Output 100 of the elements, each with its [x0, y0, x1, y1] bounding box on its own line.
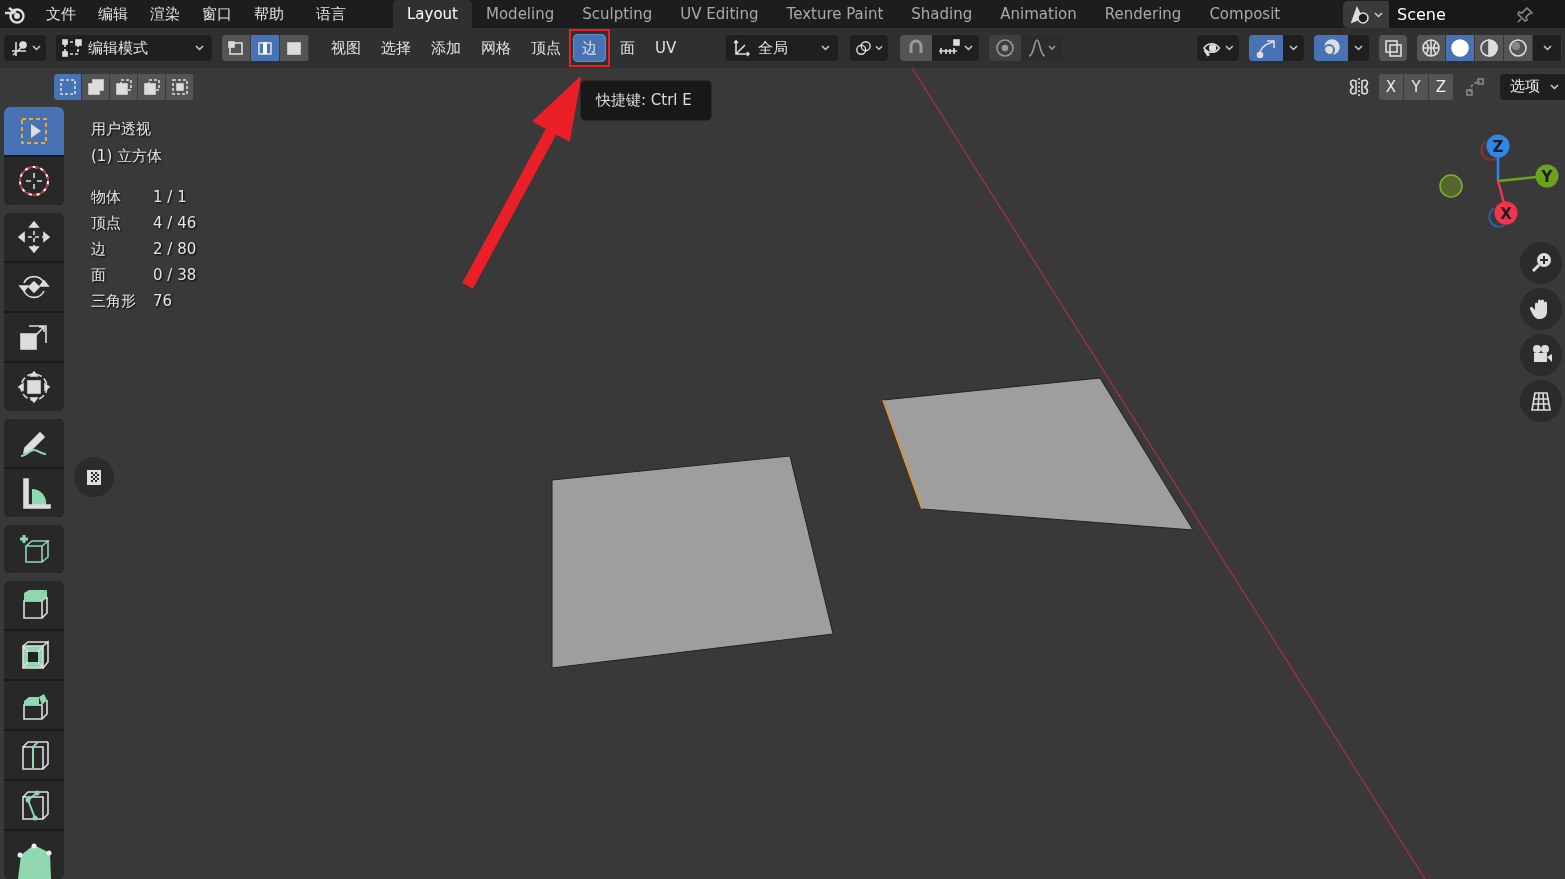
- menu-item[interactable]: 网格: [475, 35, 517, 61]
- negative-axis-ball[interactable]: [1439, 174, 1463, 198]
- snap-dropdown[interactable]: [932, 35, 980, 61]
- wire-globe-icon: [1421, 38, 1441, 58]
- bevel-tool[interactable]: [4, 681, 64, 729]
- vertex-mode-icon: [227, 38, 245, 58]
- mirror-icon[interactable]: [1347, 75, 1371, 98]
- axis-toggle[interactable]: X: [1379, 73, 1404, 100]
- axis-ball[interactable]: [1486, 134, 1510, 158]
- stat-label: 顶点: [91, 213, 122, 234]
- menu-item[interactable]: UV: [649, 35, 683, 61]
- menu-item[interactable]: 语言: [305, 0, 357, 28]
- navigation-gizmo[interactable]: Z Y X: [1420, 118, 1565, 248]
- editor-type-button[interactable]: [4, 35, 46, 61]
- xray-icon: [1384, 39, 1402, 57]
- solid-sphere-icon: [1450, 38, 1470, 58]
- select-box-tool[interactable]: [4, 107, 64, 155]
- gizmo-icon: [1255, 37, 1277, 59]
- menu-item[interactable]: 渲染: [139, 0, 191, 28]
- poly-build-icon: [16, 843, 52, 879]
- object-name: (1) 立方体: [91, 146, 163, 167]
- workspace-tab[interactable]: UV Editing: [666, 0, 773, 28]
- workspace-tab[interactable]: Texture Paint: [772, 0, 898, 28]
- hand-button[interactable]: [1520, 288, 1562, 330]
- toolbar-toggle-button[interactable]: [74, 457, 114, 497]
- menu-item[interactable]: 顶点: [525, 35, 567, 61]
- axis-label: X: [1500, 204, 1512, 223]
- inset-tool[interactable]: [4, 631, 64, 679]
- annotate-tool[interactable]: [4, 419, 64, 467]
- pivot-dropdown[interactable]: [850, 35, 889, 61]
- falloff-dropdown[interactable]: [1021, 35, 1064, 61]
- target-icon: [995, 38, 1016, 58]
- proportional-toggle[interactable]: [989, 35, 1022, 61]
- stat-label: 物体: [91, 187, 122, 208]
- menu-item[interactable]: 边: [573, 34, 606, 62]
- solid-shading-button[interactable]: [1446, 35, 1475, 61]
- orientation-dropdown[interactable]: 全局: [726, 35, 839, 61]
- axis-ball[interactable]: [1535, 164, 1559, 188]
- menu-item[interactable]: 面: [614, 35, 641, 61]
- zoom-button[interactable]: [1520, 242, 1562, 284]
- extend-box-icon: [86, 77, 105, 96]
- camera-button[interactable]: [1520, 334, 1562, 376]
- render-sphere-icon: [1508, 38, 1528, 58]
- workspace-tab[interactable]: Shading: [897, 0, 987, 28]
- stat-label: 三角形: [91, 291, 137, 312]
- menu-item[interactable]: 添加: [425, 35, 467, 61]
- intersect-box-icon: [170, 77, 189, 96]
- extrude-tool[interactable]: [4, 581, 64, 629]
- mode-dropdown[interactable]: 编辑模式: [56, 35, 212, 61]
- caret-icon: [1289, 45, 1298, 51]
- options-dropdown[interactable]: 选项: [1500, 73, 1565, 100]
- menu-item[interactable]: 窗口: [191, 0, 243, 28]
- mode-label: 编辑模式: [88, 38, 148, 58]
- measure-tool[interactable]: [4, 469, 64, 517]
- scale-tool[interactable]: [4, 313, 64, 361]
- workspace-tab[interactable]: Layout: [393, 0, 472, 28]
- pin-icon[interactable]: [1515, 5, 1534, 24]
- menu-item[interactable]: 选择: [375, 35, 417, 61]
- mesh-mode-icon: [62, 38, 82, 58]
- shading-dropdown[interactable]: [1533, 35, 1562, 61]
- knife-tool[interactable]: [4, 781, 64, 829]
- axis-label: Y: [1541, 167, 1553, 186]
- stat-value: 4 / 46: [153, 213, 197, 234]
- caret-icon: [1374, 11, 1383, 18]
- wireframe-shading-button[interactable]: [1417, 35, 1446, 61]
- increment-icon: [938, 39, 961, 57]
- menu-item[interactable]: 视图: [325, 35, 367, 61]
- add-cube-tool[interactable]: [4, 525, 64, 573]
- edge-select-button[interactable]: [251, 35, 280, 61]
- gizmo-dropdown[interactable]: [1283, 35, 1304, 61]
- loop-cut-tool[interactable]: [4, 731, 64, 779]
- transform-tool[interactable]: [4, 363, 64, 411]
- workspace-tab[interactable]: Animation: [986, 0, 1091, 28]
- stat-value: 76: [153, 291, 174, 312]
- grid-plane-button[interactable]: [1520, 380, 1562, 422]
- vertex-select-button[interactable]: [222, 35, 251, 61]
- menu-item[interactable]: 编辑: [87, 0, 139, 28]
- workspace-tab[interactable]: Sculpting: [568, 0, 667, 28]
- scene-selector[interactable]: Scene: [1343, 1, 1565, 28]
- poly-build-tool[interactable]: [4, 831, 64, 879]
- half-sphere-icon: [1479, 38, 1499, 58]
- gizmo-toggle[interactable]: [1249, 35, 1283, 61]
- rotate-tool[interactable]: [4, 263, 64, 311]
- new-selection-button[interactable]: [54, 73, 82, 100]
- zoom-icon: [1529, 251, 1553, 275]
- workspace-tab[interactable]: Rendering: [1090, 0, 1196, 28]
- overlay-toggle[interactable]: [1314, 35, 1348, 61]
- snap-toggle[interactable]: [900, 35, 933, 61]
- menu-item[interactable]: 帮助: [243, 0, 295, 28]
- axis-ball[interactable]: [1494, 201, 1518, 225]
- stat-label: 面: [91, 265, 107, 286]
- xray-toggle[interactable]: [1379, 35, 1407, 61]
- workspace-tab[interactable]: Composit: [1195, 0, 1295, 28]
- overlay-dropdown[interactable]: [1348, 35, 1369, 61]
- cursor-tool[interactable]: [4, 157, 64, 205]
- menu-item[interactable]: 文件: [35, 0, 87, 28]
- workspace-tab[interactable]: Modeling: [472, 0, 569, 28]
- visibility-dropdown[interactable]: [1197, 35, 1239, 61]
- stat-value: 2 / 80: [153, 239, 197, 260]
- move-tool[interactable]: [4, 213, 64, 261]
